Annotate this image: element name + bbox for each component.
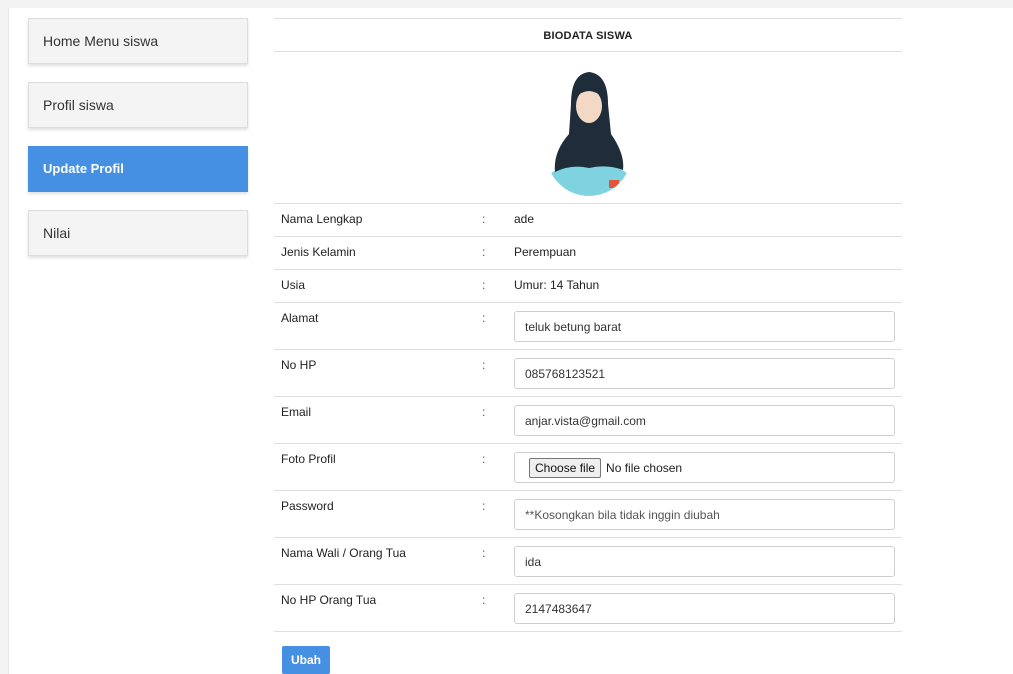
nama-wali-input[interactable] (514, 546, 895, 577)
row-label: Password (274, 490, 476, 538)
profile-photo (546, 72, 632, 196)
sidebar-item-profil[interactable]: Profil siswa (28, 82, 248, 128)
table-row: No HP Orang Tua : (274, 584, 902, 632)
row-label: Nama Wali / Orang Tua (274, 537, 476, 585)
sidebar-item-home[interactable]: Home Menu siswa (28, 18, 248, 64)
hp-orang-tua-input[interactable] (514, 593, 895, 624)
row-separator: : (475, 203, 507, 237)
sidebar-item-nilai[interactable]: Nilai (28, 210, 248, 256)
sidebar: Home Menu siswa Profil siswa Update Prof… (28, 18, 248, 274)
row-label: Email (274, 396, 476, 444)
row-label: Alamat (274, 302, 476, 350)
table-row: Foto Profil : Choose file No file chosen (274, 443, 902, 491)
table-row: Usia : Umur: 14 Tahun (274, 269, 902, 303)
ubah-button[interactable]: Ubah (282, 646, 330, 674)
biodata-table: Nama Lengkap : ade Jenis Kelamin : Perem… (274, 203, 902, 632)
file-status-text: No file chosen (606, 460, 683, 475)
choose-file-button[interactable]: Choose file (529, 457, 602, 478)
table-row: Nama Wali / Orang Tua : (274, 537, 902, 585)
password-input[interactable] (514, 499, 895, 530)
row-label: Jenis Kelamin (274, 236, 476, 270)
foto-profil-file-input[interactable]: Choose file No file chosen (514, 452, 895, 483)
page-title: BIODATA SISWA (274, 18, 902, 52)
row-label: Nama Lengkap (274, 203, 476, 237)
sidebar-item-update-profil[interactable]: Update Profil (28, 146, 248, 192)
table-row: Nama Lengkap : ade (274, 203, 902, 237)
row-separator: : (475, 349, 507, 397)
table-row: Email : (274, 396, 902, 444)
row-label: No HP Orang Tua (274, 584, 476, 632)
row-separator: : (475, 236, 507, 270)
alamat-input[interactable] (514, 311, 895, 342)
email-input[interactable] (514, 405, 895, 436)
table-row: Jenis Kelamin : Perempuan (274, 236, 902, 270)
table-row: Password : (274, 490, 902, 538)
row-separator: : (475, 269, 507, 303)
jenis-kelamin-value: Perempuan (507, 236, 902, 270)
table-row: No HP : (274, 349, 902, 397)
row-separator: : (475, 443, 507, 491)
photo-area (274, 52, 902, 203)
row-separator: : (475, 302, 507, 350)
usia-value: Umur: 14 Tahun (507, 269, 902, 303)
row-label: Foto Profil (274, 443, 476, 491)
no-hp-input[interactable] (514, 358, 895, 389)
row-separator: : (475, 396, 507, 444)
table-row: Alamat : (274, 302, 902, 350)
biodata-panel: BIODATA SISWA Nama Lengkap : ade Jenis K… (274, 18, 902, 632)
nama-lengkap-value: ade (507, 203, 902, 237)
row-label: No HP (274, 349, 476, 397)
row-separator: : (475, 537, 507, 585)
row-separator: : (475, 490, 507, 538)
row-label: Usia (274, 269, 476, 303)
row-separator: : (475, 584, 507, 632)
